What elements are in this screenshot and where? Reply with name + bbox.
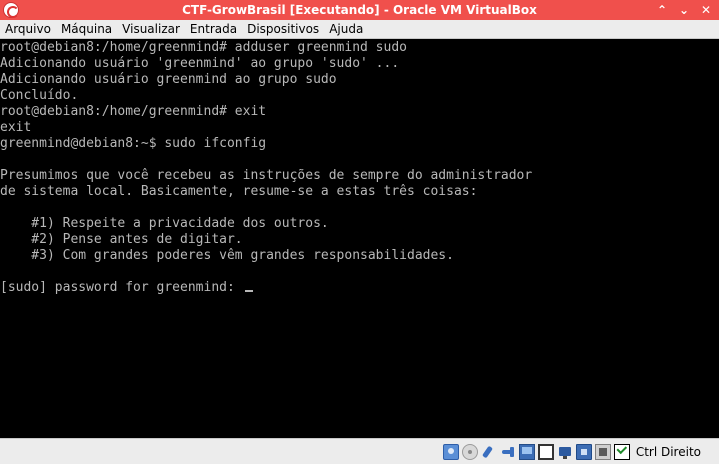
window-title: CTF-GrowBrasil [Executando] - Oracle VM … xyxy=(182,3,537,17)
window-restore-button[interactable]: ⌃ xyxy=(651,2,673,18)
console-line: Presumimos que você recebeu as instruçõe… xyxy=(0,168,533,183)
console-line: Adicionando usuário 'greenmind' ao grupo… xyxy=(0,56,400,71)
menu-visualizar[interactable]: Visualizar xyxy=(117,20,185,38)
menu-dispositivos[interactable]: Dispositivos xyxy=(242,20,324,38)
shared-folder-icon[interactable] xyxy=(519,443,536,460)
menu-entrada[interactable]: Entrada xyxy=(185,20,242,38)
optical-drive-icon[interactable] xyxy=(462,443,479,460)
cpu-icon[interactable] xyxy=(595,443,612,460)
console-line: exit xyxy=(0,120,32,135)
usb-icon[interactable] xyxy=(500,444,516,460)
console-line: Adicionando usuário greenmind ao grupo s… xyxy=(0,72,337,87)
password-prompt-line[interactable]: [sudo] password for greenmind: xyxy=(0,280,719,296)
menu-arquivo[interactable]: Arquivo xyxy=(0,20,56,38)
host-key-label: Ctrl Direito xyxy=(635,444,701,459)
console-line: #1) Respeite a privacidade dos outros. xyxy=(0,216,329,231)
menu-bar: Arquivo Máquina Visualizar Entrada Dispo… xyxy=(0,20,719,39)
console-line: root@debian8:/home/greenmind# adduser gr… xyxy=(0,40,407,55)
network-icon[interactable] xyxy=(557,444,573,460)
display-icon[interactable] xyxy=(538,443,555,460)
window-close-button[interactable]: ✕ xyxy=(695,2,717,18)
console-line: root@debian8:/home/greenmind# exit xyxy=(0,104,267,119)
console-line: Concluído. xyxy=(0,88,79,103)
password-prompt: [sudo] password for greenmind: xyxy=(0,280,243,295)
text-cursor xyxy=(244,290,253,292)
audio-icon[interactable] xyxy=(481,444,497,460)
title-bar[interactable]: CTF-GrowBrasil [Executando] - Oracle VM … xyxy=(0,0,719,20)
video-capture-icon[interactable] xyxy=(576,443,593,460)
window-controls: ⌃ ⌄ ✕ xyxy=(651,2,717,18)
menu-ajuda[interactable]: Ajuda xyxy=(324,20,368,38)
console-line: #2) Pense antes de digitar. xyxy=(0,232,243,247)
console-line: #3) Com grandes poderes vêm grandes resp… xyxy=(0,248,454,263)
window-minimize-button[interactable]: ⌄ xyxy=(673,2,695,18)
status-bar: Ctrl Direito xyxy=(0,438,719,464)
virtualbox-window: CTF-GrowBrasil [Executando] - Oracle VM … xyxy=(0,0,719,464)
console-line: de sistema local. Basicamente, resume-se… xyxy=(0,184,478,199)
menu-maquina[interactable]: Máquina xyxy=(56,20,117,38)
vm-console-screen[interactable]: root@debian8:/home/greenmind# adduser gr… xyxy=(0,40,719,438)
console-line: greenmind@debian8:~$ sudo ifconfig xyxy=(0,136,267,151)
hard-disk-icon[interactable] xyxy=(443,443,460,460)
mouse-integration-icon[interactable] xyxy=(614,443,631,460)
